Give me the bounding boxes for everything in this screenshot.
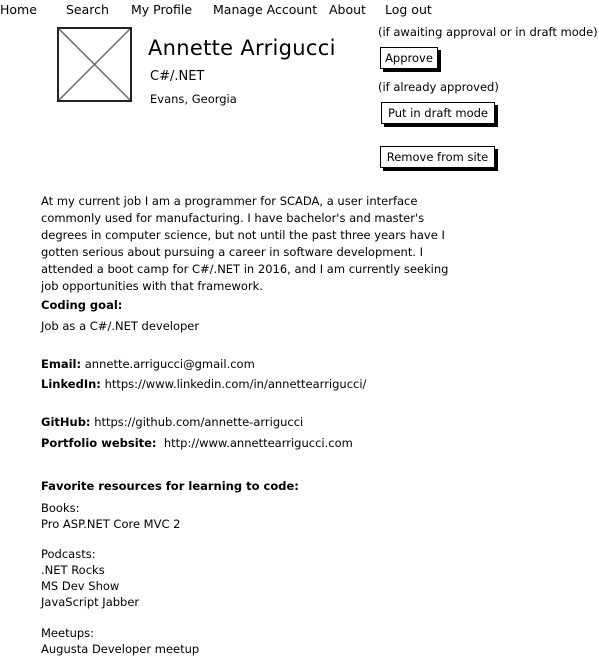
email-value[interactable]: annette.arrigucci@gmail.com [85,357,255,371]
podcast-item: MS Dev Show [41,579,120,593]
awaiting-approval-note: (if awaiting approval or in draft mode) [378,25,598,39]
email-label: Email: [41,357,82,371]
already-approved-note: (if already approved) [378,80,499,94]
coding-goal-value: Job as a C#/.NET developer [41,319,200,333]
portfolio-label: Portfolio website: [41,436,157,450]
draft-mode-button[interactable]: Put in draft mode [381,102,495,124]
github-row: GitHub: https://github.com/annette-arrig… [41,415,303,429]
podcast-item: .NET Rocks [41,563,105,577]
image-placeholder-icon [59,29,130,100]
nav-search-link[interactable]: Search [66,2,109,17]
profile-title: C#/.NET [150,69,205,84]
linkedin-row: LinkedIn: https://www.linkedin.com/in/an… [41,377,366,391]
profile-about: At my current job I am a programmer for … [41,194,449,293]
coding-goal-label: Coding goal: [41,298,123,312]
avatar [57,27,132,102]
profile-name: Annette Arrigucci [148,36,336,60]
profile-location: Evans, Georgia [150,92,237,106]
nav-home-link[interactable]: Home [0,2,37,17]
podcasts-label: Podcasts: [41,547,96,561]
linkedin-link[interactable]: https://www.linkedin.com/in/annettearrig… [105,377,367,391]
email-row: Email: annette.arrigucci@gmail.com [41,357,255,371]
nav-manage-account-link[interactable]: Manage Account [213,2,317,17]
linkedin-label: LinkedIn: [41,377,101,391]
portfolio-link[interactable]: http://www.annettearrigucci.com [164,436,353,450]
portfolio-row: Portfolio website: http://www.annettearr… [41,436,353,450]
remove-from-site-button[interactable]: Remove from site [380,146,495,168]
podcast-item: JavaScript Jabber [41,595,140,609]
meetups-label: Meetups: [41,626,95,640]
books-label: Books: [41,501,80,515]
nav-about-link[interactable]: About [329,2,366,17]
book-item: Pro ASP.NET Core MVC 2 [41,517,181,531]
meetup-item: Augusta Developer meetup [41,642,200,656]
resources-heading: Favorite resources for learning to code: [41,479,299,493]
nav-my-profile-link[interactable]: My Profile [131,2,192,17]
approve-button[interactable]: Approve [380,47,438,69]
nav-logout-link[interactable]: Log out [385,2,432,17]
github-link[interactable]: https://github.com/annette-arrigucci [94,415,303,429]
github-label: GitHub: [41,415,91,429]
